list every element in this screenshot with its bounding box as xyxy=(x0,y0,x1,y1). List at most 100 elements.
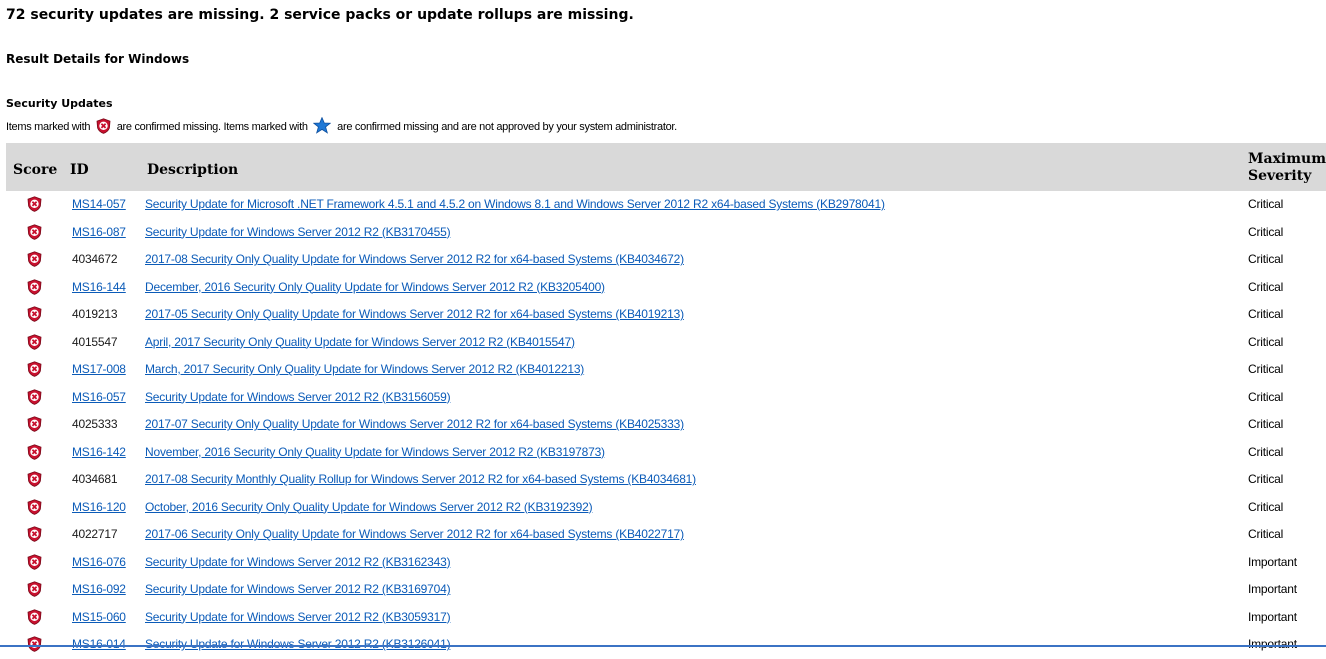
legend-text-3: are confirmed missing and are not approv… xyxy=(337,121,677,133)
table-row: MS14-057 Security Update for Microsoft .N… xyxy=(6,191,1326,219)
missing-update-shield-icon xyxy=(27,223,42,243)
update-description-link[interactable]: Security Update for Windows Server 2012 … xyxy=(145,225,451,239)
severity-value: Critical xyxy=(1248,472,1284,486)
missing-update-shield-icon xyxy=(27,333,42,353)
update-description-link[interactable]: Security Update for Windows Server 2012 … xyxy=(145,637,451,651)
table-row: MS15-060 Security Update for Windows Serv… xyxy=(6,604,1326,632)
column-header-id: ID xyxy=(70,162,89,178)
update-id: 4022717 xyxy=(72,527,118,541)
severity-value: Critical xyxy=(1248,279,1284,294)
severity-value: Important xyxy=(1248,554,1297,569)
bulletin-id-link[interactable]: MS16-076 xyxy=(72,555,126,569)
table-row: 4015547 April, 2017 Security Only Quality… xyxy=(6,329,1326,357)
bulletin-id-link[interactable]: MS14-057 xyxy=(72,197,126,211)
severity-value: Important xyxy=(1248,582,1297,596)
legend-text-2: are confirmed missing. Items marked with xyxy=(116,121,308,133)
table-row: MS16-120 October, 2016 Security Only Qual… xyxy=(6,494,1326,522)
bulletin-id-link[interactable]: MS17-008 xyxy=(72,362,126,376)
table-row: 4034681 2017-08 Security Monthly Quality … xyxy=(6,466,1326,494)
missing-update-shield-icon xyxy=(27,278,42,298)
update-id: 4034681 xyxy=(72,472,118,486)
severity-header-line-2: Severity xyxy=(1248,168,1312,184)
result-details-heading: Result Details for Windows xyxy=(6,52,190,66)
bulletin-id-link[interactable]: MS16-142 xyxy=(72,445,126,459)
bulletin-id-link[interactable]: MS15-060 xyxy=(72,610,126,624)
severity-value: Critical xyxy=(1248,444,1284,459)
missing-update-shield-icon xyxy=(27,388,42,408)
bulletin-id-link[interactable]: MS16-087 xyxy=(72,225,126,239)
missing-update-shield-icon xyxy=(27,251,42,270)
table-header: Score ID Description Maximum Severity xyxy=(6,143,1326,191)
severity-value: Critical xyxy=(1248,417,1284,431)
missing-update-shield-icon xyxy=(96,118,111,137)
update-description-link[interactable]: 2017-08 Security Only Quality Update for… xyxy=(145,252,684,266)
table-row: MS16-092 Security Update for Windows Serv… xyxy=(6,576,1326,604)
update-description-link[interactable]: October, 2016 Security Only Quality Upda… xyxy=(145,500,593,514)
missing-update-shield-icon xyxy=(27,608,42,628)
table-row: MS16-076 Security Update for Windows Serv… xyxy=(6,549,1326,577)
severity-value: Critical xyxy=(1248,527,1284,541)
column-header-score: Score xyxy=(13,162,58,178)
severity-value: Critical xyxy=(1248,499,1284,514)
missing-update-shield-icon xyxy=(27,581,42,600)
severity-value: Critical xyxy=(1248,197,1284,211)
severity-value: Important xyxy=(1248,637,1297,651)
table-row: MS16-087 Security Update for Windows Serv… xyxy=(6,219,1326,247)
table-body: MS14-057 Security Update for Microsoft .N… xyxy=(6,191,1326,659)
scan-summary: 72 security updates are missing. 2 servi… xyxy=(6,7,634,23)
bulletin-id-link[interactable]: MS16-057 xyxy=(72,390,126,404)
update-description-link[interactable]: March, 2017 Security Only Quality Update… xyxy=(145,362,584,376)
update-description-link[interactable]: 2017-06 Security Only Quality Update for… xyxy=(145,527,684,541)
update-id: 4019213 xyxy=(72,307,118,321)
table-row: 4025333 2017-07 Security Only Quality Upd… xyxy=(6,411,1326,439)
severity-value: Critical xyxy=(1248,334,1284,349)
table-row: MS16-144 December, 2016 Security Only Qua… xyxy=(6,274,1326,302)
update-description-link[interactable]: Security Update for Windows Server 2012 … xyxy=(145,555,451,569)
column-header-maximum-severity: Maximum Severity xyxy=(1248,151,1326,185)
not-approved-star-icon xyxy=(312,116,332,137)
update-description-link[interactable]: 2017-07 Security Only Quality Update for… xyxy=(145,417,684,431)
missing-update-shield-icon xyxy=(27,526,42,545)
table-row: 4019213 2017-05 Security Only Quality Upd… xyxy=(6,301,1326,329)
update-description-link[interactable]: Security Update for Windows Server 2012 … xyxy=(145,582,451,596)
update-description-link[interactable]: April, 2017 Security Only Quality Update… xyxy=(145,335,575,349)
severity-value: Critical xyxy=(1248,389,1284,404)
bulletin-id-link[interactable]: MS16-144 xyxy=(72,280,126,294)
severity-value: Critical xyxy=(1248,362,1284,376)
update-description-link[interactable]: November, 2016 Security Only Quality Upd… xyxy=(145,445,605,459)
update-description-link[interactable]: 2017-05 Security Only Quality Update for… xyxy=(145,307,684,321)
bulletin-id-link[interactable]: MS16-120 xyxy=(72,500,126,514)
update-description-link[interactable]: 2017-08 Security Monthly Quality Rollup … xyxy=(145,472,696,486)
missing-update-shield-icon xyxy=(27,443,42,463)
column-header-description: Description xyxy=(147,162,239,178)
table-row: MS17-008 March, 2017 Security Only Qualit… xyxy=(6,356,1326,384)
update-description-link[interactable]: Security Update for Windows Server 2012 … xyxy=(145,610,451,624)
missing-update-shield-icon xyxy=(27,553,42,573)
update-description-link[interactable]: December, 2016 Security Only Quality Upd… xyxy=(145,280,605,294)
missing-update-shield-icon xyxy=(27,416,42,435)
table-row: MS16-057 Security Update for Windows Serv… xyxy=(6,384,1326,412)
security-updates-table: Score ID Description Maximum Severity MS… xyxy=(6,143,1326,659)
missing-update-shield-icon xyxy=(27,361,42,380)
table-row: 4022717 2017-06 Security Only Quality Upd… xyxy=(6,521,1326,549)
severity-value: Critical xyxy=(1248,307,1284,321)
update-description-link[interactable]: Security Update for Windows Server 2012 … xyxy=(145,390,451,404)
table-row: 4034672 2017-08 Security Only Quality Upd… xyxy=(6,246,1326,274)
security-updates-heading: Security Updates xyxy=(6,97,113,110)
bulletin-id-link[interactable]: MS16-014 xyxy=(72,637,126,651)
bulletin-id-link[interactable]: MS16-092 xyxy=(72,582,126,596)
update-id: 4025333 xyxy=(72,417,118,431)
missing-update-shield-icon xyxy=(27,471,42,490)
severity-header-line-1: Maximum xyxy=(1248,151,1326,167)
update-id: 4034672 xyxy=(72,252,118,266)
update-id: 4015547 xyxy=(72,334,118,349)
icon-legend: Items marked with are confirmed missing.… xyxy=(6,116,677,137)
update-description-link[interactable]: Security Update for Microsoft .NET Frame… xyxy=(145,197,885,211)
missing-update-shield-icon xyxy=(27,306,42,325)
table-row: MS16-142 November, 2016 Security Only Qua… xyxy=(6,439,1326,467)
missing-update-shield-icon xyxy=(27,196,42,215)
severity-value: Critical xyxy=(1248,224,1284,239)
severity-value: Critical xyxy=(1248,252,1284,266)
missing-update-shield-icon xyxy=(27,498,42,518)
severity-value: Important xyxy=(1248,609,1297,624)
